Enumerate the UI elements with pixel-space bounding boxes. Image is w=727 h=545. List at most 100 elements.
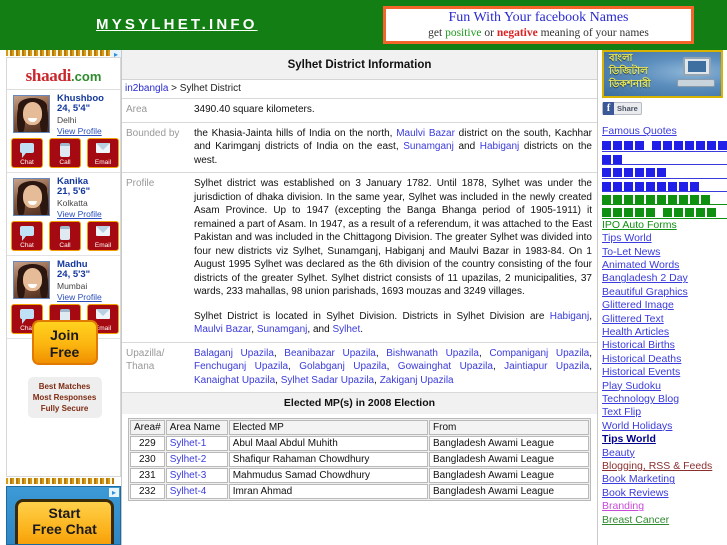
row-value-upazilas: Balaganj Upazila, Beanibazar Upazila, Bi…	[190, 341, 597, 392]
avatar	[13, 178, 50, 216]
chat-icon	[20, 143, 34, 158]
sidebar-link-breast-cancer[interactable]: Breast Cancer	[602, 514, 727, 527]
link-habiganj[interactable]: Habiganj	[480, 141, 519, 152]
missing-glyph-row[interactable]	[602, 205, 727, 219]
left-ad-sidebar: ▸ shaadi.com Khushboo 24, 5'4" Delhi Vie…	[0, 50, 121, 545]
chat-button[interactable]: Chat	[11, 138, 43, 168]
link-upazila[interactable]: Fenchuganj Upazila	[194, 361, 288, 372]
missing-glyph-row[interactable]	[602, 192, 727, 206]
link-upazila[interactable]: Sylhet Sadar Upazila	[281, 375, 374, 386]
envelope-icon	[96, 226, 110, 236]
sidebar-link-play-sudoku[interactable]: Play Sudoku	[602, 380, 727, 393]
missing-glyph-row[interactable]	[602, 179, 727, 192]
list-item[interactable]: Khushboo 24, 5'4" Delhi View Profile Cha…	[7, 90, 120, 173]
sidebar-link-to-let-news[interactable]: To-Let News	[602, 246, 727, 259]
link-area-name[interactable]: Sylhet-2	[170, 454, 207, 465]
missing-glyph-row[interactable]	[602, 165, 727, 179]
view-profile-link[interactable]: View Profile	[57, 209, 121, 219]
avatar	[13, 95, 50, 133]
sidebar-link-glittered-image[interactable]: Glittered Image	[602, 299, 727, 312]
missing-glyph-box	[613, 141, 622, 151]
sidebar-link-tips-world[interactable]: Tips World	[602, 433, 727, 446]
sidebar-link-historical-deaths[interactable]: Historical Deaths	[602, 353, 727, 366]
view-profile-link[interactable]: View Profile	[57, 292, 121, 302]
shaadi-brand-name: shaadi	[25, 66, 72, 85]
sidebar-link-text-flip[interactable]: Text Flip	[602, 406, 727, 419]
missing-glyph-box	[690, 181, 699, 191]
start-free-chat-button[interactable]: Start Free Chat	[15, 499, 114, 544]
sidebar-link-health-articles[interactable]: Health Articles	[602, 326, 727, 339]
sidebar-link-famous-quotes[interactable]: Famous Quotes	[602, 125, 727, 138]
top-banner-ad[interactable]: Fun With Your facebook Names get positiv…	[383, 6, 694, 44]
link-upazila[interactable]: Bishwanath Upazila	[386, 348, 479, 359]
breadcrumb-link-in2bangla[interactable]: in2bangla	[125, 83, 168, 94]
missing-glyph-row[interactable]	[602, 138, 727, 152]
email-button[interactable]: Email	[87, 221, 119, 251]
missing-glyph-box	[624, 181, 633, 191]
link-upazila[interactable]: Balaganj Upazila	[194, 348, 274, 359]
link-upazila[interactable]: Companiganj Upazila	[489, 348, 589, 359]
missing-glyph-box	[602, 208, 611, 218]
link-sylhet[interactable]: Sylhet	[332, 324, 360, 335]
link-area-name[interactable]: Sylhet-3	[170, 470, 207, 481]
link-area-name[interactable]: Sylhet-1	[170, 438, 207, 449]
sidebar-link-book-reviews[interactable]: Book Reviews	[602, 487, 727, 500]
link-area-name[interactable]: Sylhet-4	[170, 486, 207, 497]
missing-glyph-links[interactable]	[602, 138, 727, 219]
call-button[interactable]: Call	[49, 221, 81, 251]
link-upazila[interactable]: Jaintiapur Upazila	[504, 361, 589, 372]
sidebar-link-world-holidays[interactable]: World Holidays	[602, 420, 727, 433]
link-upazila[interactable]: Golabganj Upazila	[299, 361, 386, 372]
link-maulvi-bazar[interactable]: Maulvi Bazar	[194, 324, 251, 335]
facebook-share-button[interactable]: f Share	[602, 102, 642, 115]
call-button[interactable]: Call	[49, 138, 81, 168]
link-upazila[interactable]: Gowainghat Upazila	[398, 361, 493, 372]
sidebar-link-tips-world[interactable]: Tips World	[602, 232, 727, 245]
table-row: Profile Sylhet district was established …	[122, 172, 597, 342]
bangla-dictionary-ad[interactable]: বাংলা ডিজিটাল ডিকশনারী	[602, 50, 723, 98]
email-button[interactable]: Email	[87, 138, 119, 168]
sidebar-link-historical-births[interactable]: Historical Births	[602, 339, 727, 352]
sidebar-link-ipo-auto-forms[interactable]: IPO Auto Forms	[602, 219, 727, 232]
link-upazila[interactable]: Kanaighat Upazila	[194, 375, 275, 386]
site-logo[interactable]: MYSYLHET.INFO	[96, 16, 258, 33]
link-upazila[interactable]: Zakiganj Upazila	[380, 375, 454, 386]
sidebar-link-historical-events[interactable]: Historical Events	[602, 366, 727, 379]
sidebar-link-bangladesh-2-day[interactable]: Bangladesh 2 Day	[602, 272, 727, 285]
profile-paragraph-2-text: Sylhet District is located in Sylhet Div…	[194, 310, 550, 322]
ad-top-decorative-rule	[6, 50, 114, 56]
missing-glyph-box	[652, 141, 661, 151]
missing-glyph-row[interactable]	[602, 152, 727, 166]
sidebar-link-branding[interactable]: Branding	[602, 500, 727, 513]
link-habiganj[interactable]: Habiganj	[550, 311, 589, 322]
profile-info: Madhu 24, 5'3" Mumbai View Profile	[57, 260, 121, 303]
sidebar-link-technology-blog[interactable]: Technology Blog	[602, 393, 727, 406]
sidebar-link-book-marketing[interactable]: Book Marketing	[602, 473, 727, 486]
missing-glyph-box	[657, 194, 666, 204]
cell-area-name: Sylhet-3	[165, 468, 228, 483]
row-label-upazilla-thana: Upazilla/ Thana	[122, 341, 190, 392]
start-free-chat-line1: Start	[48, 505, 81, 521]
sidebar-link-glittered-text[interactable]: Glittered Text	[602, 313, 727, 326]
join-free-button[interactable]: Join Free	[31, 320, 98, 365]
missing-glyph-box	[679, 194, 688, 204]
profile-city: Mumbai	[57, 281, 88, 291]
missing-glyph-box	[657, 181, 666, 191]
cell-area-name: Sylhet-4	[165, 484, 228, 499]
shaadi-ad-panel[interactable]: shaadi.com Khushboo 24, 5'4" Delhi View …	[6, 57, 121, 477]
sidebar-link-animated-words[interactable]: Animated Words	[602, 259, 727, 272]
link-sunamganj[interactable]: Sunamganj	[257, 324, 308, 335]
link-upazila[interactable]: Beanibazar Upazila	[284, 348, 376, 359]
chat-button[interactable]: Chat	[11, 221, 43, 251]
missing-glyph-box	[646, 168, 655, 178]
sidebar-link-blogging-rss-feeds[interactable]: Blogging, RSS & Feeds	[602, 460, 727, 473]
list-item[interactable]: Kanika 21, 5'6" Kolkatta View Profile Ch…	[7, 173, 120, 256]
sidebar-link-beautiful-graphics[interactable]: Beautiful Graphics	[602, 286, 727, 299]
sidebar-link-beauty[interactable]: Beauty	[602, 447, 727, 460]
link-maulvi-bazar[interactable]: Maulvi Bazar	[396, 128, 455, 139]
profile-age-height: 24, 5'3"	[57, 269, 91, 280]
bottom-chat-ad[interactable]: ▸ Start Free Chat	[6, 486, 121, 545]
adchoices-icon[interactable]: ▸	[109, 488, 119, 497]
link-sunamganj[interactable]: Sunamganj	[403, 141, 454, 152]
view-profile-link[interactable]: View Profile	[57, 126, 121, 136]
